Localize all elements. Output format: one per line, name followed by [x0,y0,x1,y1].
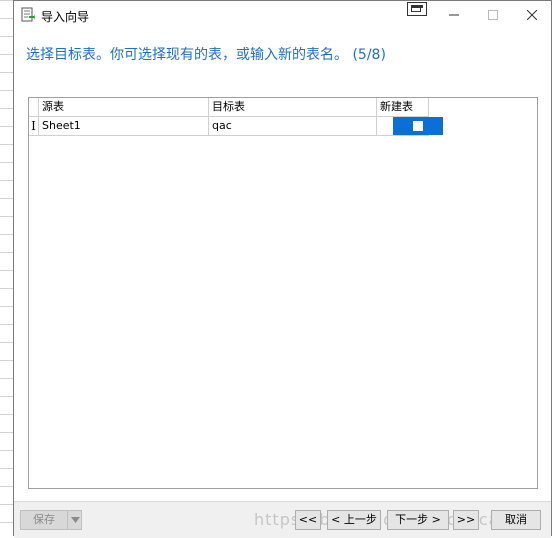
save-dropdown-arrow-icon[interactable] [71,517,80,523]
import-wizard-icon [21,7,35,23]
grid-header: 源表 目标表 新建表 [29,98,429,117]
maximize-icon [488,10,498,20]
wizard-footer: 保存 https://blog.csdn.net/qaccaa << < 上一步… [14,501,551,538]
window-state-icon[interactable] [407,2,427,16]
new-table-checkbox[interactable] [413,121,423,131]
column-header-target[interactable]: 目标表 [209,98,377,116]
next-step-button[interactable]: 下一步 > [387,510,449,530]
target-table-cell[interactable]: qac [209,117,377,135]
first-step-button[interactable]: << [295,510,321,530]
save-label: 保存 [33,513,55,526]
minimize-button[interactable] [435,1,473,29]
source-table-cell[interactable]: Sheet1 [39,117,209,135]
table-row[interactable]: I Sheet1 qac [29,117,443,136]
import-wizard-window: 导入向导 选择目标表。你可选择现有的表，或输入新的表名。 (5/8) 源表 目标… [13,0,552,538]
maximize-button[interactable] [474,1,512,29]
previous-step-button[interactable]: < 上一步 [327,510,381,530]
column-header-new-table[interactable]: 新建表 [377,98,429,116]
close-icon [527,10,537,20]
step-instruction: 选择目标表。你可选择现有的表，或输入新的表名。 (5/8) [26,47,386,63]
row-cursor-indicator: I [29,117,39,135]
new-table-cell[interactable] [393,117,443,135]
window-title: 导入向导 [41,10,90,24]
close-button[interactable] [513,1,551,29]
header-indicator-cell [29,98,39,116]
cancel-button[interactable]: 取消 [491,510,541,530]
table-mapping-grid: 源表 目标表 新建表 I Sheet1 qac [28,97,538,489]
last-step-button[interactable]: >> [453,510,479,530]
save-button[interactable]: 保存 [20,510,82,530]
minimize-icon [449,14,459,16]
column-header-source[interactable]: 源表 [39,98,209,116]
title-bar: 导入向导 [14,1,551,29]
